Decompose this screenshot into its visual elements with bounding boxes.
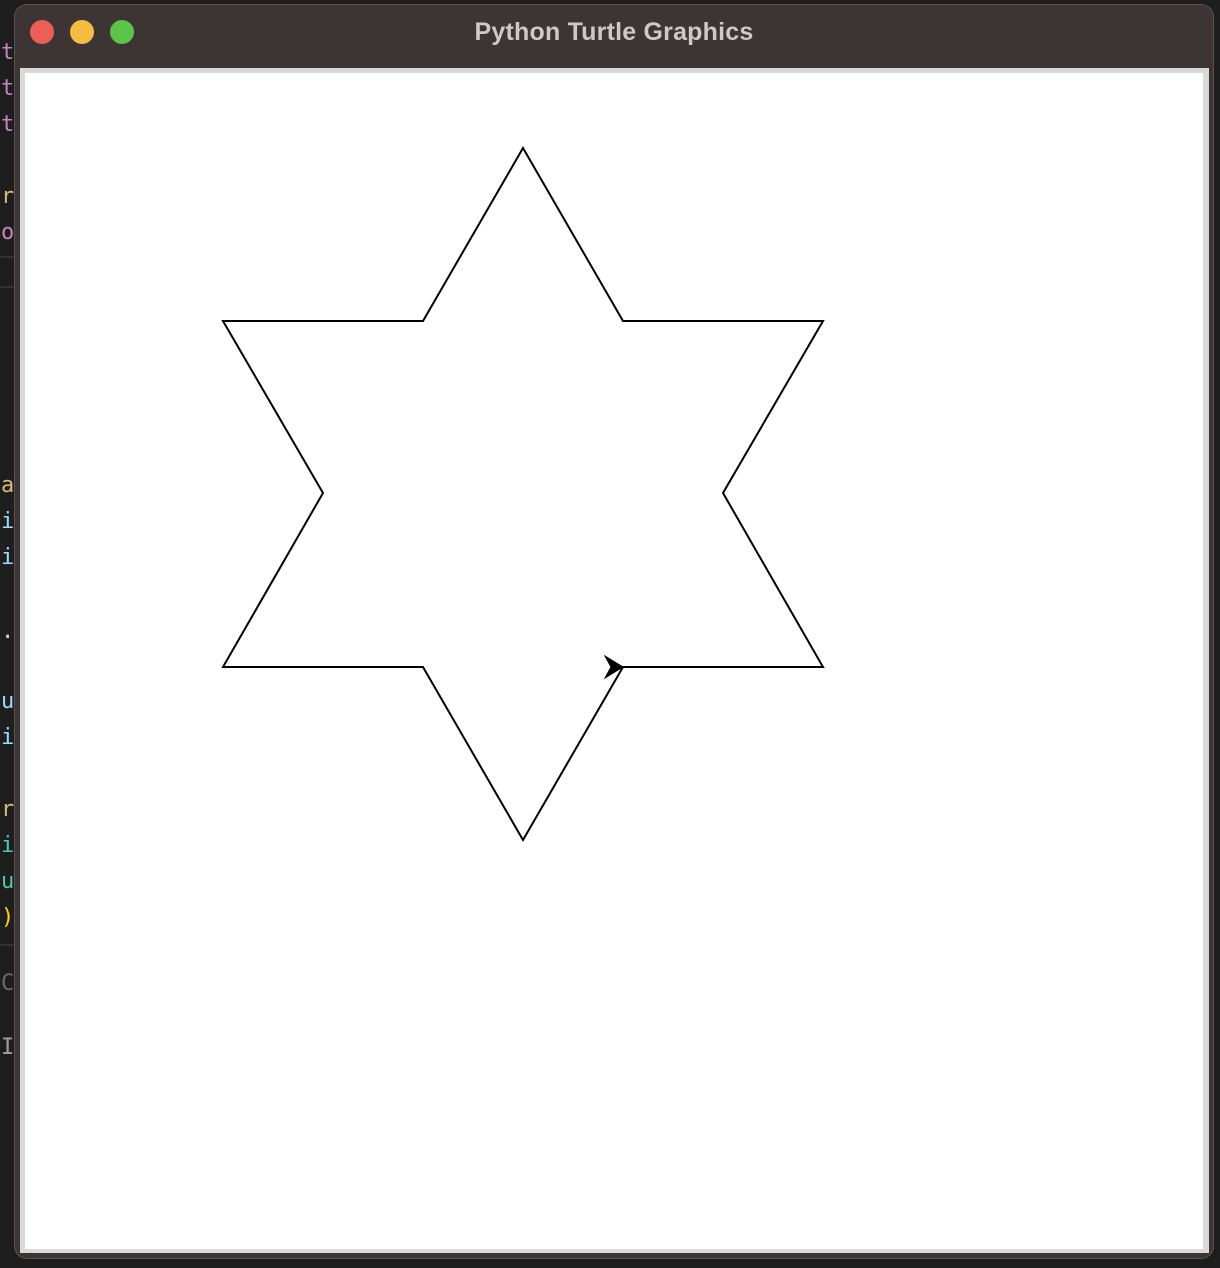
code-char: r bbox=[1, 797, 15, 822]
code-char: . bbox=[1, 619, 15, 644]
editor-divider bbox=[0, 286, 16, 288]
code-char: o bbox=[1, 220, 15, 245]
code-char: C bbox=[1, 971, 15, 996]
code-char: t bbox=[1, 76, 15, 101]
turtle-canvas[interactable] bbox=[25, 73, 1203, 1249]
code-char: u bbox=[1, 689, 15, 714]
code-char: a bbox=[1, 473, 15, 498]
code-char: i bbox=[1, 545, 15, 570]
code-char: i bbox=[1, 833, 15, 858]
editor-divider bbox=[0, 256, 16, 258]
code-char: Ib bbox=[1, 1035, 16, 1060]
turtle-arrow-icon bbox=[603, 654, 624, 680]
background-code-editor: t t t r o a i i . u i r i u ) C Ib bbox=[0, 0, 16, 1268]
window-titlebar[interactable]: Python Turtle Graphics bbox=[15, 5, 1213, 59]
code-char: i bbox=[1, 725, 15, 750]
code-char: t bbox=[1, 40, 15, 65]
code-char: ) bbox=[1, 905, 15, 930]
canvas-frame bbox=[20, 68, 1209, 1253]
turtle-window: Python Turtle Graphics bbox=[15, 5, 1213, 1258]
code-char: u bbox=[1, 869, 15, 894]
editor-divider bbox=[0, 944, 16, 946]
code-char: t bbox=[1, 112, 15, 137]
code-char: r bbox=[1, 184, 15, 209]
hexagram-outline bbox=[221, 146, 825, 842]
window-title: Python Turtle Graphics bbox=[474, 18, 754, 46]
code-char: i bbox=[1, 509, 15, 534]
turtle-drawing bbox=[221, 146, 825, 842]
